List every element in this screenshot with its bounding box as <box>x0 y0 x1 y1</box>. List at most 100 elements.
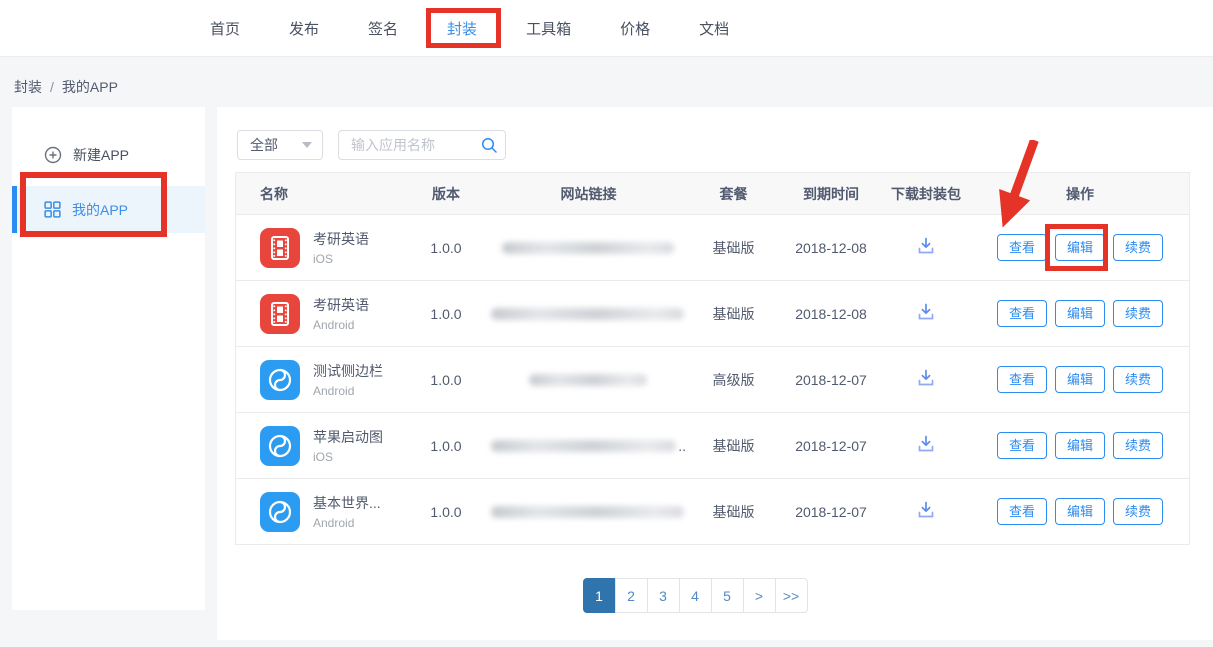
app-version: 1.0.0 <box>401 240 491 256</box>
s-circle-icon <box>260 426 300 466</box>
table-row: 测试侧边栏 Android 1.0.0 高级版 2018-12-07 查看 编辑… <box>236 346 1189 412</box>
table-row: 考研英语 Android 1.0.0 基础版 2018-12-08 查看 编辑 … <box>236 280 1189 346</box>
website-link-blurred <box>491 308 684 320</box>
download-icon[interactable] <box>915 367 937 389</box>
view-button[interactable]: 查看 <box>997 432 1047 459</box>
nav-item-toolbox[interactable]: 工具箱 <box>526 0 571 57</box>
nav-item-publish[interactable]: 发布 <box>289 0 319 57</box>
col-header-download: 下载封装包 <box>881 184 971 204</box>
table-row: 考研英语 iOS 1.0.0 基础版 2018-12-08 查看 编辑 续费 <box>236 214 1189 280</box>
download-icon[interactable] <box>915 499 937 521</box>
link-suffix: .. <box>678 438 686 454</box>
nav-item-package[interactable]: 封装 <box>447 0 477 57</box>
top-navigation-bar: 首页 发布 签名 封装 工具箱 价格 文档 <box>0 0 1213 57</box>
download-icon[interactable] <box>915 301 937 323</box>
app-plan: 高级版 <box>686 370 781 390</box>
main-panel: 全部 名称 版本 网站链接 套餐 到期时间 下载封装包 操作 <box>217 107 1213 640</box>
app-expiry: 2018-12-07 <box>781 504 881 520</box>
edit-button[interactable]: 编辑 <box>1055 432 1105 459</box>
next-page-button[interactable]: > <box>743 578 776 613</box>
page-button-1[interactable]: 1 <box>583 578 616 613</box>
edit-button[interactable]: 编辑 <box>1055 498 1105 525</box>
download-icon[interactable] <box>915 433 937 455</box>
col-header-link: 网站链接 <box>491 184 686 204</box>
nav-item-docs[interactable]: 文档 <box>699 0 729 57</box>
chevron-down-icon <box>302 142 312 148</box>
app-version: 1.0.0 <box>401 372 491 388</box>
app-plan: 基础版 <box>686 238 781 258</box>
download-icon[interactable] <box>915 235 937 257</box>
col-header-actions: 操作 <box>971 184 1189 204</box>
app-version: 1.0.0 <box>401 438 491 454</box>
pagination: 1 2 3 4 5 > >> <box>217 578 1173 613</box>
app-expiry: 2018-12-08 <box>781 306 881 322</box>
app-expiry: 2018-12-08 <box>781 240 881 256</box>
breadcrumb-current: 我的APP <box>62 79 118 95</box>
website-link-blurred <box>491 506 684 518</box>
searchbox <box>338 130 506 160</box>
edit-button[interactable]: 编辑 <box>1055 300 1105 327</box>
film-icon <box>260 228 300 268</box>
sidebar-item-label: 我的APP <box>72 200 128 220</box>
page-button-2[interactable]: 2 <box>615 578 648 613</box>
page-button-4[interactable]: 4 <box>679 578 712 613</box>
nav-item-home[interactable]: 首页 <box>210 0 240 57</box>
page-button-3[interactable]: 3 <box>647 578 680 613</box>
view-button[interactable]: 查看 <box>997 366 1047 393</box>
page: 首页 发布 签名 封装 工具箱 价格 文档 封装 / 我的APP 新建APP 我的A… <box>0 0 1213 647</box>
category-dropdown[interactable]: 全部 <box>237 130 323 160</box>
search-icon[interactable] <box>480 136 498 159</box>
last-page-button[interactable]: >> <box>775 578 808 613</box>
app-name: 考研英语 <box>313 229 369 249</box>
breadcrumb-section[interactable]: 封装 <box>14 79 42 95</box>
col-header-name: 名称 <box>236 184 401 204</box>
app-name: 苹果启动图 <box>313 427 383 447</box>
app-version: 1.0.0 <box>401 504 491 520</box>
main-nav: 首页 发布 签名 封装 工具箱 价格 文档 <box>210 0 729 57</box>
view-button[interactable]: 查看 <box>997 300 1047 327</box>
plus-circle-icon <box>44 146 62 164</box>
app-expiry: 2018-12-07 <box>781 372 881 388</box>
edit-button[interactable]: 编辑 <box>1055 234 1105 261</box>
page-button-5[interactable]: 5 <box>711 578 744 613</box>
renew-button[interactable]: 续费 <box>1113 432 1163 459</box>
sidebar-item-label: 新建APP <box>73 145 129 165</box>
app-name: 测试侧边栏 <box>313 361 383 381</box>
breadcrumb-separator: / <box>50 79 54 95</box>
app-platform: Android <box>313 516 381 530</box>
website-link-blurred <box>491 440 676 452</box>
sidebar-item-new-app[interactable]: 新建APP <box>12 135 205 175</box>
film-icon <box>260 294 300 334</box>
app-name: 考研英语 <box>313 295 369 315</box>
renew-button[interactable]: 续费 <box>1113 300 1163 327</box>
app-plan: 基础版 <box>686 502 781 522</box>
view-button[interactable]: 查看 <box>997 498 1047 525</box>
app-platform: Android <box>313 318 369 332</box>
renew-button[interactable]: 续费 <box>1113 234 1163 261</box>
renew-button[interactable]: 续费 <box>1113 366 1163 393</box>
table-row: 基本世界... Android 1.0.0 基础版 2018-12-07 查看 … <box>236 478 1189 544</box>
sidebar-item-my-app[interactable]: 我的APP <box>12 186 205 233</box>
category-dropdown-value: 全部 <box>250 135 278 155</box>
grid-icon <box>44 201 61 218</box>
nav-item-price[interactable]: 价格 <box>620 0 650 57</box>
col-header-plan: 套餐 <box>686 184 781 204</box>
table-header-row: 名称 版本 网站链接 套餐 到期时间 下载封装包 操作 <box>236 173 1189 214</box>
website-link-blurred <box>502 242 674 254</box>
app-platform: iOS <box>313 252 369 266</box>
app-version: 1.0.0 <box>401 306 491 322</box>
s-circle-icon <box>260 492 300 532</box>
view-button[interactable]: 查看 <box>997 234 1047 261</box>
app-plan: 基础版 <box>686 304 781 324</box>
edit-button[interactable]: 编辑 <box>1055 366 1105 393</box>
app-table: 名称 版本 网站链接 套餐 到期时间 下载封装包 操作 考研英语 iOS <box>235 172 1190 545</box>
app-platform: iOS <box>313 450 383 464</box>
col-header-version: 版本 <box>401 184 491 204</box>
table-row: 苹果启动图 iOS 1.0.0 .. 基础版 2018-12-07 查看 编辑 … <box>236 412 1189 478</box>
nav-item-sign[interactable]: 签名 <box>368 0 398 57</box>
app-name: 基本世界... <box>313 493 381 513</box>
renew-button[interactable]: 续费 <box>1113 498 1163 525</box>
app-plan: 基础版 <box>686 436 781 456</box>
website-link-blurred <box>529 374 647 386</box>
sidebar: 新建APP 我的APP <box>12 107 205 610</box>
